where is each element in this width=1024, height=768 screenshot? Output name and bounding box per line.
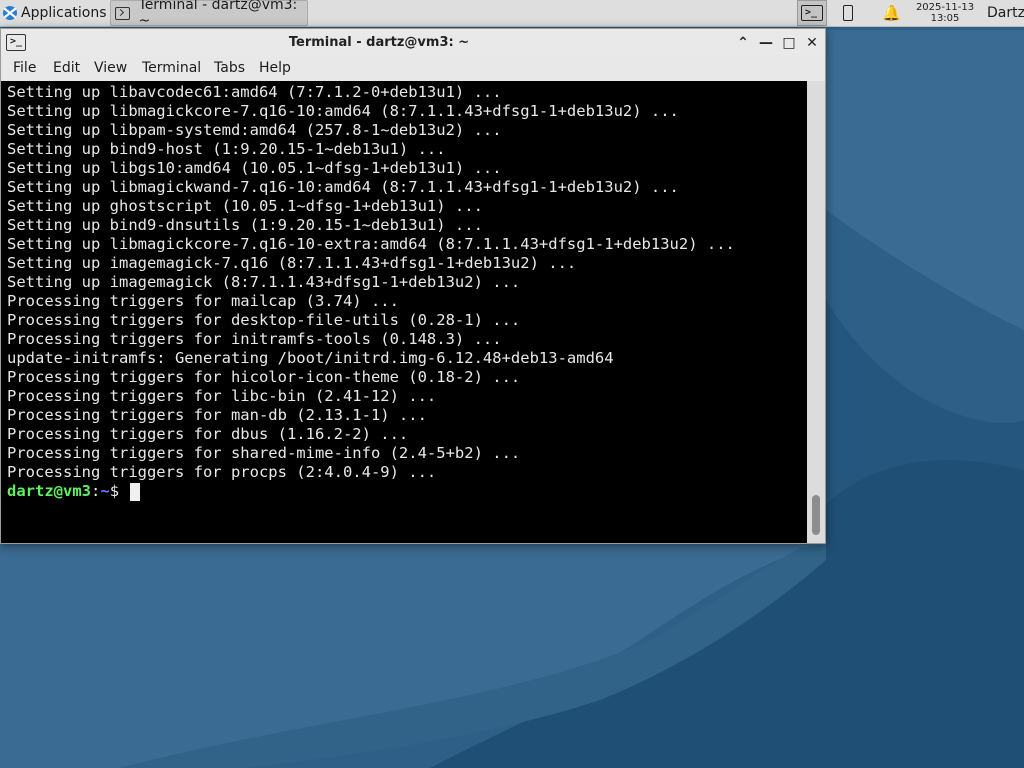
notification-bell-icon[interactable]: 🔔 <box>882 0 901 26</box>
text-cursor <box>130 482 141 501</box>
shade-button[interactable]: ⌃ <box>733 33 753 53</box>
top-panel: Applications ☰ Terminal - dartz@vm3: ~ >… <box>0 0 1024 29</box>
prompt-dollar: $ <box>109 482 129 500</box>
terminal-icon: >_ <box>801 5 823 21</box>
maximize-button[interactable]: □ <box>779 33 799 53</box>
menu-edit[interactable]: Edit <box>53 60 80 76</box>
taskbar-button-terminal[interactable]: Terminal - dartz@vm3: ~ <box>110 0 308 29</box>
scrollbar[interactable] <box>807 81 825 543</box>
scrollbar-thumb[interactable] <box>812 495 820 535</box>
menu-view[interactable]: View <box>94 60 127 76</box>
prompt-user: dartz@vm3 <box>7 482 91 500</box>
terminal-output-area[interactable]: Setting up libavcodec61:amd64 (7:7.1.2-0… <box>1 81 825 543</box>
terminal-window: >_ Terminal - dartz@vm3: ~ ⌃ — □ ✕ File … <box>0 28 826 544</box>
clock[interactable]: 2025-11-13 13:05 <box>905 0 985 26</box>
applications-menu-button[interactable]: Applications ☰ <box>0 0 121 26</box>
terminal-output: Setting up libavcodec61:amd64 (7:7.1.2-0… <box>7 83 735 481</box>
clock-date: 2025-11-13 <box>915 2 975 13</box>
menu-bar: File Edit View Terminal Tabs Help <box>1 57 825 81</box>
prompt-colon: : <box>91 482 101 500</box>
minimize-button[interactable]: — <box>756 33 776 53</box>
prompt-line[interactable]: dartz@vm3: ~ $ <box>7 482 141 501</box>
title-bar[interactable]: >_ Terminal - dartz@vm3: ~ ⌃ — □ ✕ <box>1 29 825 57</box>
menu-file[interactable]: File <box>13 60 36 76</box>
menu-tabs[interactable]: Tabs <box>214 60 245 76</box>
xfce-logo-icon <box>3 6 17 20</box>
user-menu[interactable]: Dartz <box>987 0 1024 26</box>
taskbar-label: Terminal - dartz@vm3: ~ <box>138 0 298 29</box>
menu-help[interactable]: Help <box>259 60 291 76</box>
prompt-path: ~ <box>100 482 110 500</box>
applications-label: Applications <box>21 5 107 21</box>
clock-time: 13:05 <box>930 13 960 24</box>
tray-terminal-button[interactable]: >_ <box>797 0 827 26</box>
window-title: Terminal - dartz@vm3: ~ <box>288 35 470 50</box>
terminal-task-icon <box>115 6 130 20</box>
device-icon[interactable] <box>843 0 853 26</box>
close-button[interactable]: ✕ <box>802 33 822 53</box>
menu-terminal[interactable]: Terminal <box>142 60 201 76</box>
